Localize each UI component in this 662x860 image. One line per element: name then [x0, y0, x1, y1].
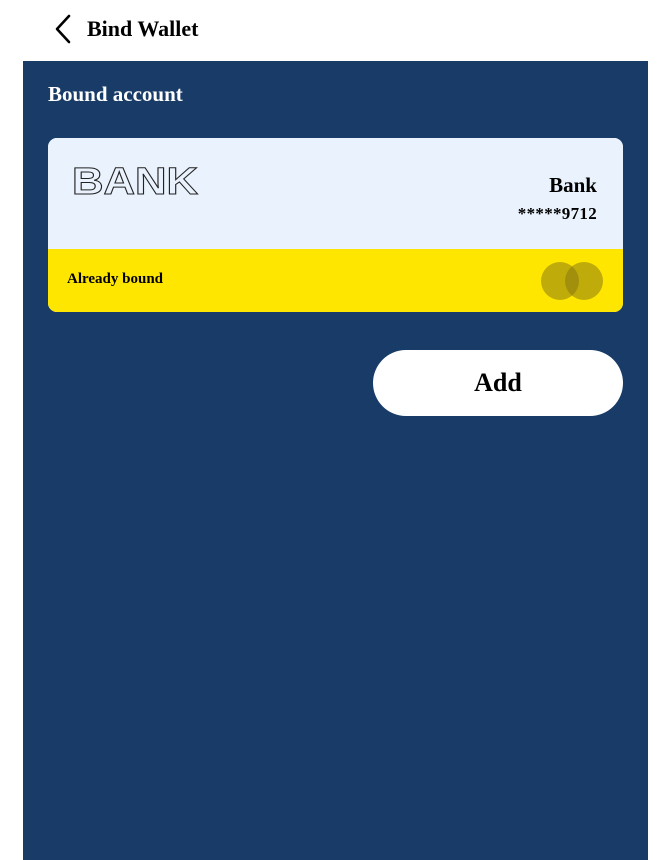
add-button[interactable]: Add: [373, 350, 623, 416]
account-number: *****9712: [517, 204, 597, 223]
header-bar: Bind Wallet: [23, 0, 648, 61]
section-title: Bound account: [48, 82, 183, 106]
bound-account-card[interactable]: BANK Bank *****9712 Already bound: [48, 138, 623, 312]
app-screen: Bind Wallet Bound account BANK Bank ****…: [23, 0, 648, 860]
chevron-left-icon: [55, 14, 71, 44]
card-status-bar: Already bound: [48, 249, 623, 312]
page-title: Bind Wallet: [87, 16, 199, 41]
card-info-area: BANK Bank *****9712: [48, 138, 623, 249]
bank-logo: BANK: [72, 164, 199, 196]
bank-logo-text: BANK: [72, 164, 199, 196]
bank-name: Bank: [549, 173, 597, 197]
overlapping-circles-icon: [541, 262, 603, 300]
back-button[interactable]: [51, 12, 79, 46]
status-label: Already bound: [67, 271, 164, 287]
